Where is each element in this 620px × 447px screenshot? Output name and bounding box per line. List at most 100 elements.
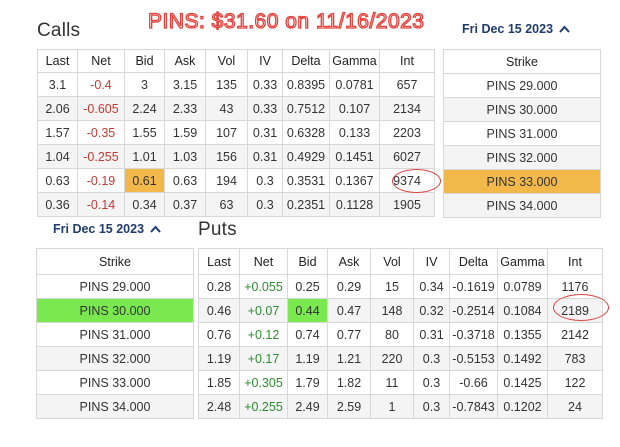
table-cell: 0.1492 [497, 346, 548, 371]
strike-header[interactable]: Strike [36, 248, 194, 275]
table-row[interactable]: 2.48 +0.255 2.49 2.59 1 0.3 -0.7843 0.1202 24 [198, 394, 603, 419]
table-row[interactable]: 0.28 +0.055 0.25 0.29 15 0.34 -0.1619 0.0789 117… [198, 274, 603, 299]
strike-row[interactable]: PINS 33.000 [36, 370, 194, 395]
table-cell: 0.33 [247, 96, 283, 121]
table-cell: -0.19 [77, 168, 125, 193]
table-cell: 0.0781 [329, 72, 380, 97]
table-cell: 80 [370, 322, 414, 347]
table-row[interactable]: 1.85 +0.305 1.79 1.82 11 0.3 -0.66 0.1425 122 [198, 370, 603, 395]
column-header[interactable]: Last [198, 248, 240, 275]
table-cell: 0.31 [247, 144, 283, 169]
table-cell: 2203 [379, 120, 435, 145]
table-cell: 0.63 [164, 168, 206, 193]
strike-row[interactable]: PINS 31.000 [443, 121, 601, 146]
table-row[interactable]: 1.04 -0.255 1.01 1.03 156 0.31 0.4929 0.1451 602… [37, 144, 435, 169]
strike-cell[interactable]: PINS 34.000 [443, 193, 601, 218]
table-row[interactable]: 0.36 -0.14 0.34 0.37 63 0.3 0.2351 0.1128 1905 [37, 192, 435, 217]
table-cell: 0.3 [413, 346, 450, 371]
strike-row[interactable]: PINS 33.000 [443, 169, 601, 194]
column-header[interactable]: Gamma [329, 49, 380, 73]
strike-cell[interactable]: PINS 33.000 [36, 370, 194, 395]
strike-row[interactable]: PINS 34.000 [36, 394, 194, 419]
column-header[interactable]: Ask [164, 49, 206, 73]
strike-cell[interactable]: PINS 31.000 [443, 121, 601, 146]
table-row[interactable]: 3.1 -0.4 3 3.15 135 0.33 0.8395 0.0781 657 [37, 72, 435, 97]
column-header[interactable]: Vol [370, 248, 414, 275]
calls-expiry-label: Fri Dec 15 2023 [462, 22, 554, 36]
table-cell: 3.15 [164, 72, 206, 97]
table-cell: 1.57 [37, 120, 78, 145]
puts-expiry-selector[interactable]: Fri Dec 15 2023 [53, 222, 161, 236]
column-header[interactable]: Ask [327, 248, 371, 275]
column-header[interactable]: Bid [287, 248, 328, 275]
table-cell: 1.04 [37, 144, 78, 169]
column-header[interactable]: Int [547, 248, 603, 275]
table-cell: -0.5153 [449, 346, 498, 371]
calls-header-row: Last Net Bid Ask Vol IV Delta Gamma Int [37, 49, 435, 73]
strike-row[interactable]: PINS 29.000 [443, 73, 601, 98]
column-header[interactable]: Net [239, 248, 288, 275]
table-row[interactable]: 0.46 +0.07 0.44 0.47 148 0.32 -0.2514 0.1084 218… [198, 298, 603, 323]
column-header[interactable]: Delta [282, 49, 330, 73]
strike-header[interactable]: Strike [443, 49, 601, 74]
strike-row[interactable]: PINS 30.000 [36, 298, 194, 323]
column-header[interactable]: Vol [205, 49, 248, 73]
table-cell: 1.79 [287, 370, 328, 395]
table-row[interactable]: 2.06 -0.605 2.24 2.33 43 0.33 0.7512 0.107 2134 [37, 96, 435, 121]
table-cell: 0.63 [37, 168, 78, 193]
strike-cell[interactable]: PINS 29.000 [36, 274, 194, 299]
table-cell: 0.6328 [282, 120, 330, 145]
strike-cell[interactable]: PINS 30.000 [36, 298, 194, 323]
strike-cell[interactable]: PINS 33.000 [443, 169, 601, 194]
strike-row[interactable]: PINS 31.000 [36, 322, 194, 347]
price-banner: PINS: $31.60 on 11/16/2023 [147, 9, 425, 33]
table-cell: 2142 [547, 322, 603, 347]
table-cell: 0.44 [287, 298, 328, 323]
table-row[interactable]: 0.63 -0.19 0.61 0.63 194 0.3 0.3531 0.1367 9374 [37, 168, 435, 193]
table-cell: +0.17 [239, 346, 288, 371]
column-header[interactable]: Int [379, 49, 435, 73]
table-row[interactable]: 1.57 -0.35 1.55 1.59 107 0.31 0.6328 0.133 2203 [37, 120, 435, 145]
table-cell: 11 [370, 370, 414, 395]
strike-cell[interactable]: PINS 29.000 [443, 73, 601, 98]
table-cell: 0.2351 [282, 192, 330, 217]
strike-row[interactable]: PINS 32.000 [443, 145, 601, 170]
table-cell: 1.03 [164, 144, 206, 169]
table-cell: -0.4 [77, 72, 125, 97]
column-header[interactable]: IV [247, 49, 283, 73]
strike-row[interactable]: PINS 29.000 [36, 274, 194, 299]
strike-cell[interactable]: PINS 30.000 [443, 97, 601, 122]
table-cell: 0.133 [329, 120, 380, 145]
table-cell: 0.76 [198, 322, 240, 347]
table-cell: -0.7843 [449, 394, 498, 419]
table-cell: 0.34 [413, 274, 450, 299]
column-header[interactable]: Gamma [497, 248, 548, 275]
strike-row[interactable]: PINS 32.000 [36, 346, 194, 371]
puts-expiry-label: Fri Dec 15 2023 [53, 222, 145, 236]
table-cell: 0.1451 [329, 144, 380, 169]
table-row[interactable]: 0.76 +0.12 0.74 0.77 80 0.31 -0.3718 0.1355 2142 [198, 322, 603, 347]
column-header[interactable]: Bid [124, 49, 165, 73]
table-cell: 0.8395 [282, 72, 330, 97]
table-cell: 0.1355 [497, 322, 548, 347]
calls-expiry-selector[interactable]: Fri Dec 15 2023 [462, 22, 570, 36]
calls-strike-table: Strike PINS 29.000 PINS 30.000 PINS 31.000… [443, 49, 601, 218]
strike-row[interactable]: PINS 30.000 [443, 97, 601, 122]
table-cell: 2.59 [327, 394, 371, 419]
strike-cell[interactable]: PINS 31.000 [36, 322, 194, 347]
table-cell: 0.1202 [497, 394, 548, 419]
table-cell: 657 [379, 72, 435, 97]
table-cell: 0.74 [287, 322, 328, 347]
strike-cell[interactable]: PINS 32.000 [36, 346, 194, 371]
column-header[interactable]: Last [37, 49, 78, 73]
table-row[interactable]: 1.19 +0.17 1.19 1.21 220 0.3 -0.5153 0.1492 783 [198, 346, 603, 371]
table-cell: 1 [370, 394, 414, 419]
column-header[interactable]: Net [77, 49, 125, 73]
strike-cell[interactable]: PINS 34.000 [36, 394, 194, 419]
strike-cell[interactable]: PINS 32.000 [443, 145, 601, 170]
table-cell: 0.107 [329, 96, 380, 121]
column-header[interactable]: Delta [449, 248, 498, 275]
table-cell: 1.01 [124, 144, 165, 169]
strike-row[interactable]: PINS 34.000 [443, 193, 601, 218]
column-header[interactable]: IV [413, 248, 450, 275]
